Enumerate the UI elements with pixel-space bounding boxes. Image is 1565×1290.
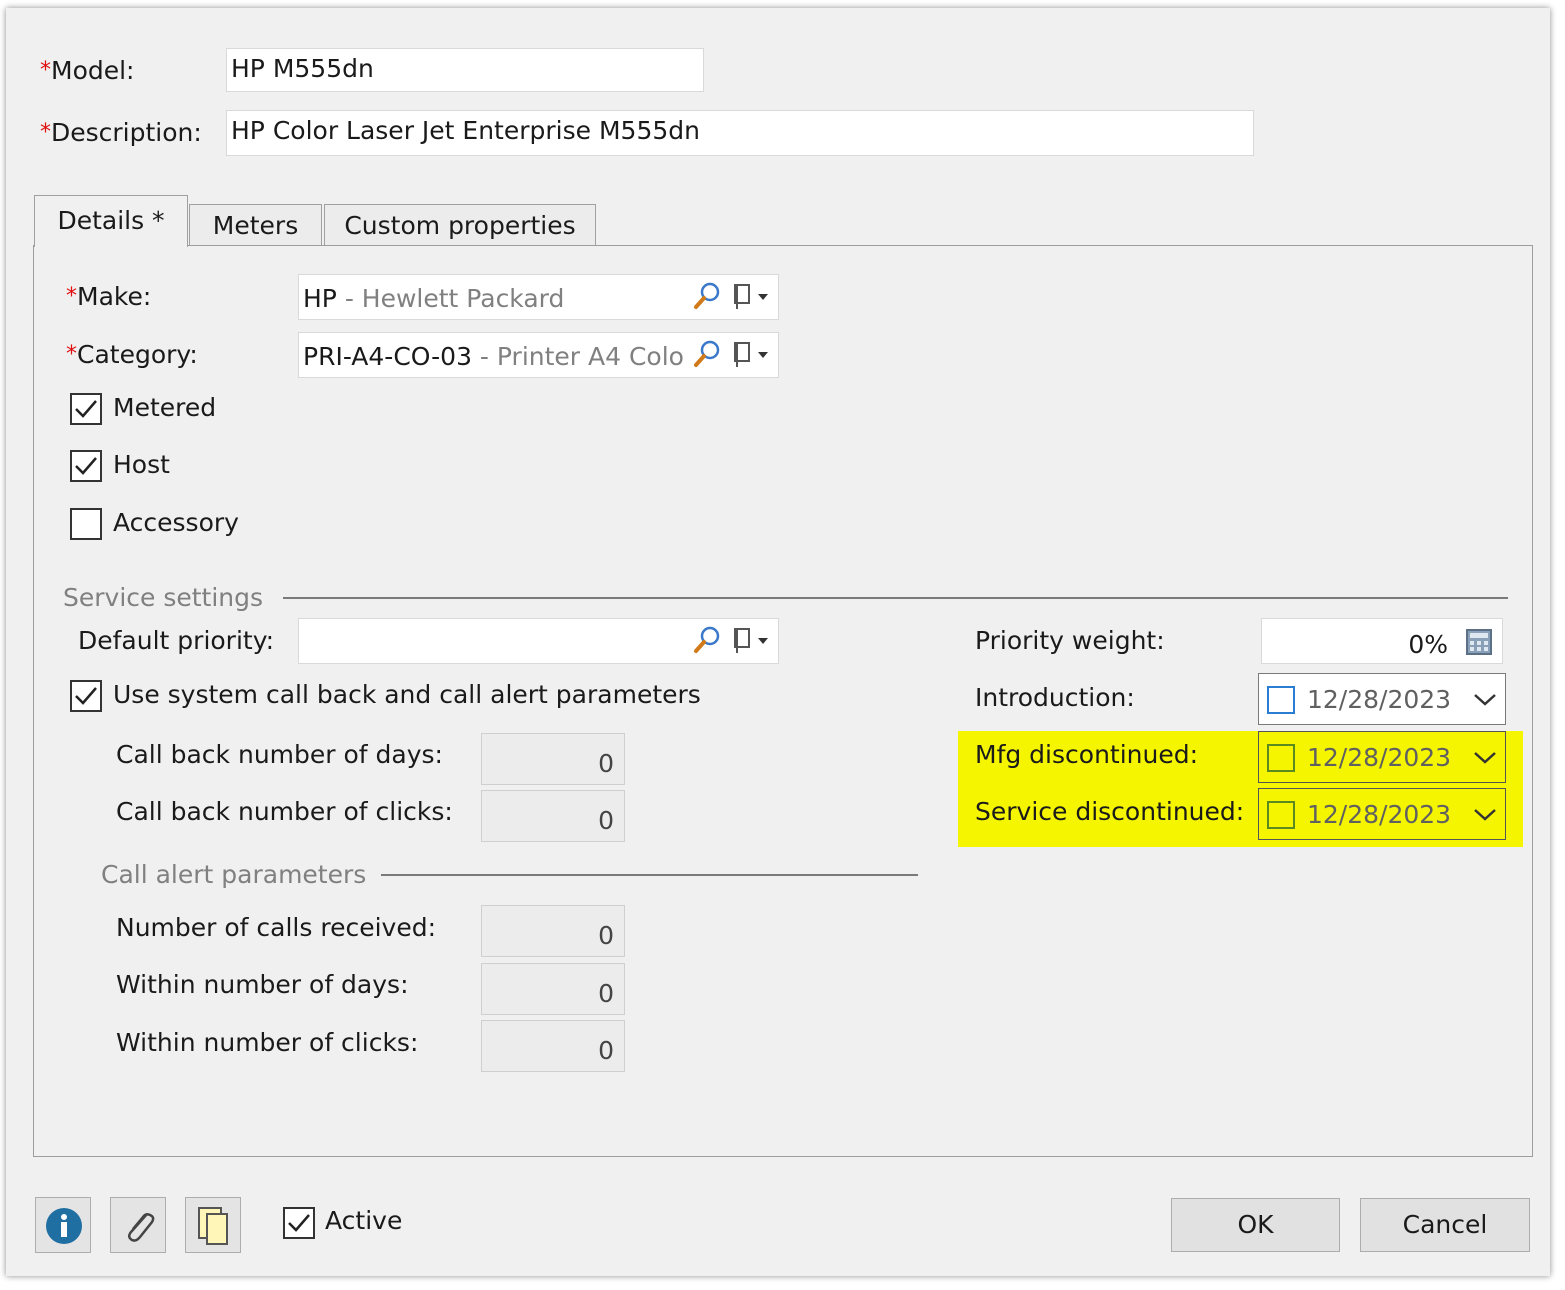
call-back-clicks-label: Call back number of clicks: [116, 797, 453, 826]
make-name: - Hewlett Packard [336, 284, 565, 313]
mfg-discontinued-date-checkbox[interactable] [1267, 744, 1295, 772]
attachment-button[interactable] [110, 1197, 166, 1253]
make-label-text: Make: [77, 282, 152, 311]
required-marker: * [40, 120, 51, 145]
default-priority-lookup[interactable] [298, 618, 779, 664]
chevron-down-icon[interactable] [1473, 689, 1497, 709]
search-icon[interactable] [692, 625, 722, 655]
checkmark-icon [75, 687, 97, 705]
host-checkbox[interactable] [70, 450, 102, 482]
priority-weight-label: Priority weight: [975, 626, 1165, 655]
category-label-text: Category: [77, 340, 198, 369]
call-back-clicks-input[interactable]: 0 [481, 790, 625, 842]
introduction-date-picker[interactable]: 12/28/2023 [1258, 673, 1506, 725]
metered-label: Metered [113, 393, 217, 422]
category-label: *Category: [66, 340, 198, 370]
tab-custom-properties[interactable]: Custom properties [324, 204, 596, 246]
chevron-down-icon[interactable] [1473, 747, 1497, 767]
within-clicks-input[interactable]: 0 [481, 1020, 625, 1072]
checkmark-icon [288, 1214, 310, 1232]
tab-meters[interactable]: Meters [189, 204, 322, 246]
checkmark-icon [75, 400, 97, 418]
search-icon[interactable] [692, 339, 722, 369]
active-checkbox[interactable] [283, 1207, 315, 1239]
calls-received-label: Number of calls received: [116, 913, 436, 942]
mfg-discontinued-date-value: 12/28/2023 [1307, 743, 1452, 772]
metered-checkbox[interactable] [70, 393, 102, 425]
info-button[interactable] [35, 1197, 91, 1253]
make-lookup-icons [692, 281, 770, 311]
call-alert-heading: Call alert parameters [101, 860, 367, 889]
call-alert-divider [381, 874, 918, 876]
introduction-date-checkbox[interactable] [1267, 686, 1295, 714]
default-priority-label: Default priority: [78, 626, 275, 655]
flag-dropdown-icon[interactable] [732, 339, 770, 369]
search-icon[interactable] [692, 281, 722, 311]
calls-received-input[interactable]: 0 [481, 905, 625, 957]
within-clicks-label: Within number of clicks: [116, 1028, 419, 1057]
make-label: *Make: [66, 282, 151, 312]
flag-dropdown-icon[interactable] [732, 281, 770, 311]
within-days-input[interactable]: 0 [481, 963, 625, 1015]
accessory-label: Accessory [113, 508, 239, 537]
description-label-text: Description: [51, 118, 202, 147]
required-marker: * [66, 342, 77, 367]
host-label: Host [113, 450, 170, 479]
model-label-text: Model: [51, 56, 135, 85]
required-marker: * [66, 284, 77, 309]
use-system-params-checkbox[interactable] [70, 680, 102, 712]
accessory-checkbox[interactable] [70, 508, 102, 540]
category-lookup-icons [692, 339, 770, 369]
call-back-days-label: Call back number of days: [116, 740, 443, 769]
flag-dropdown-icon[interactable] [732, 625, 770, 655]
checkmark-icon [75, 457, 97, 475]
info-icon [46, 1208, 82, 1244]
introduction-label: Introduction: [975, 683, 1135, 712]
paperclip-icon [128, 1213, 155, 1242]
notes-button[interactable] [185, 1197, 241, 1253]
within-days-label: Within number of days: [116, 970, 409, 999]
service-settings-divider [283, 597, 1508, 599]
call-back-days-input[interactable]: 0 [481, 733, 625, 785]
service-discontinued-date-checkbox[interactable] [1267, 801, 1295, 829]
description-input[interactable]: HP Color Laser Jet Enterprise M555dn [226, 110, 1254, 156]
introduction-date-value: 12/28/2023 [1307, 685, 1452, 714]
category-code: PRI-A4-CO-03 [303, 342, 472, 371]
priority-weight-input[interactable]: 0% [1261, 618, 1503, 664]
category-lookup[interactable]: PRI-A4-CO-03 - Printer A4 Colo [298, 332, 779, 378]
priority-lookup-icons [692, 625, 770, 655]
priority-weight-value: 0% [1408, 630, 1448, 659]
notes-icon [198, 1207, 228, 1245]
tab-details[interactable]: Details * [34, 195, 188, 247]
model-label: *Model: [40, 56, 134, 86]
chevron-down-icon[interactable] [1473, 804, 1497, 824]
service-settings-heading: Service settings [63, 583, 264, 612]
calculator-icon[interactable] [1466, 629, 1492, 655]
ok-button[interactable]: OK [1171, 1198, 1340, 1252]
cancel-button[interactable]: Cancel [1360, 1198, 1530, 1252]
category-name: - Printer A4 Colo [471, 342, 684, 371]
model-input[interactable]: HP M555dn [226, 48, 704, 92]
required-marker: * [40, 58, 51, 83]
service-discontinued-date-picker[interactable]: 12/28/2023 [1258, 788, 1506, 840]
mfg-discontinued-date-picker[interactable]: 12/28/2023 [1258, 731, 1506, 783]
description-label: *Description: [40, 118, 202, 148]
make-code: HP [303, 284, 337, 313]
service-discontinued-date-value: 12/28/2023 [1307, 800, 1452, 829]
make-lookup[interactable]: HP - Hewlett Packard [298, 274, 779, 320]
service-discontinued-label: Service discontinued: [975, 797, 1245, 826]
use-system-params-label: Use system call back and call alert para… [113, 680, 701, 709]
active-label: Active [325, 1206, 403, 1235]
mfg-discontinued-label: Mfg discontinued: [975, 740, 1199, 769]
